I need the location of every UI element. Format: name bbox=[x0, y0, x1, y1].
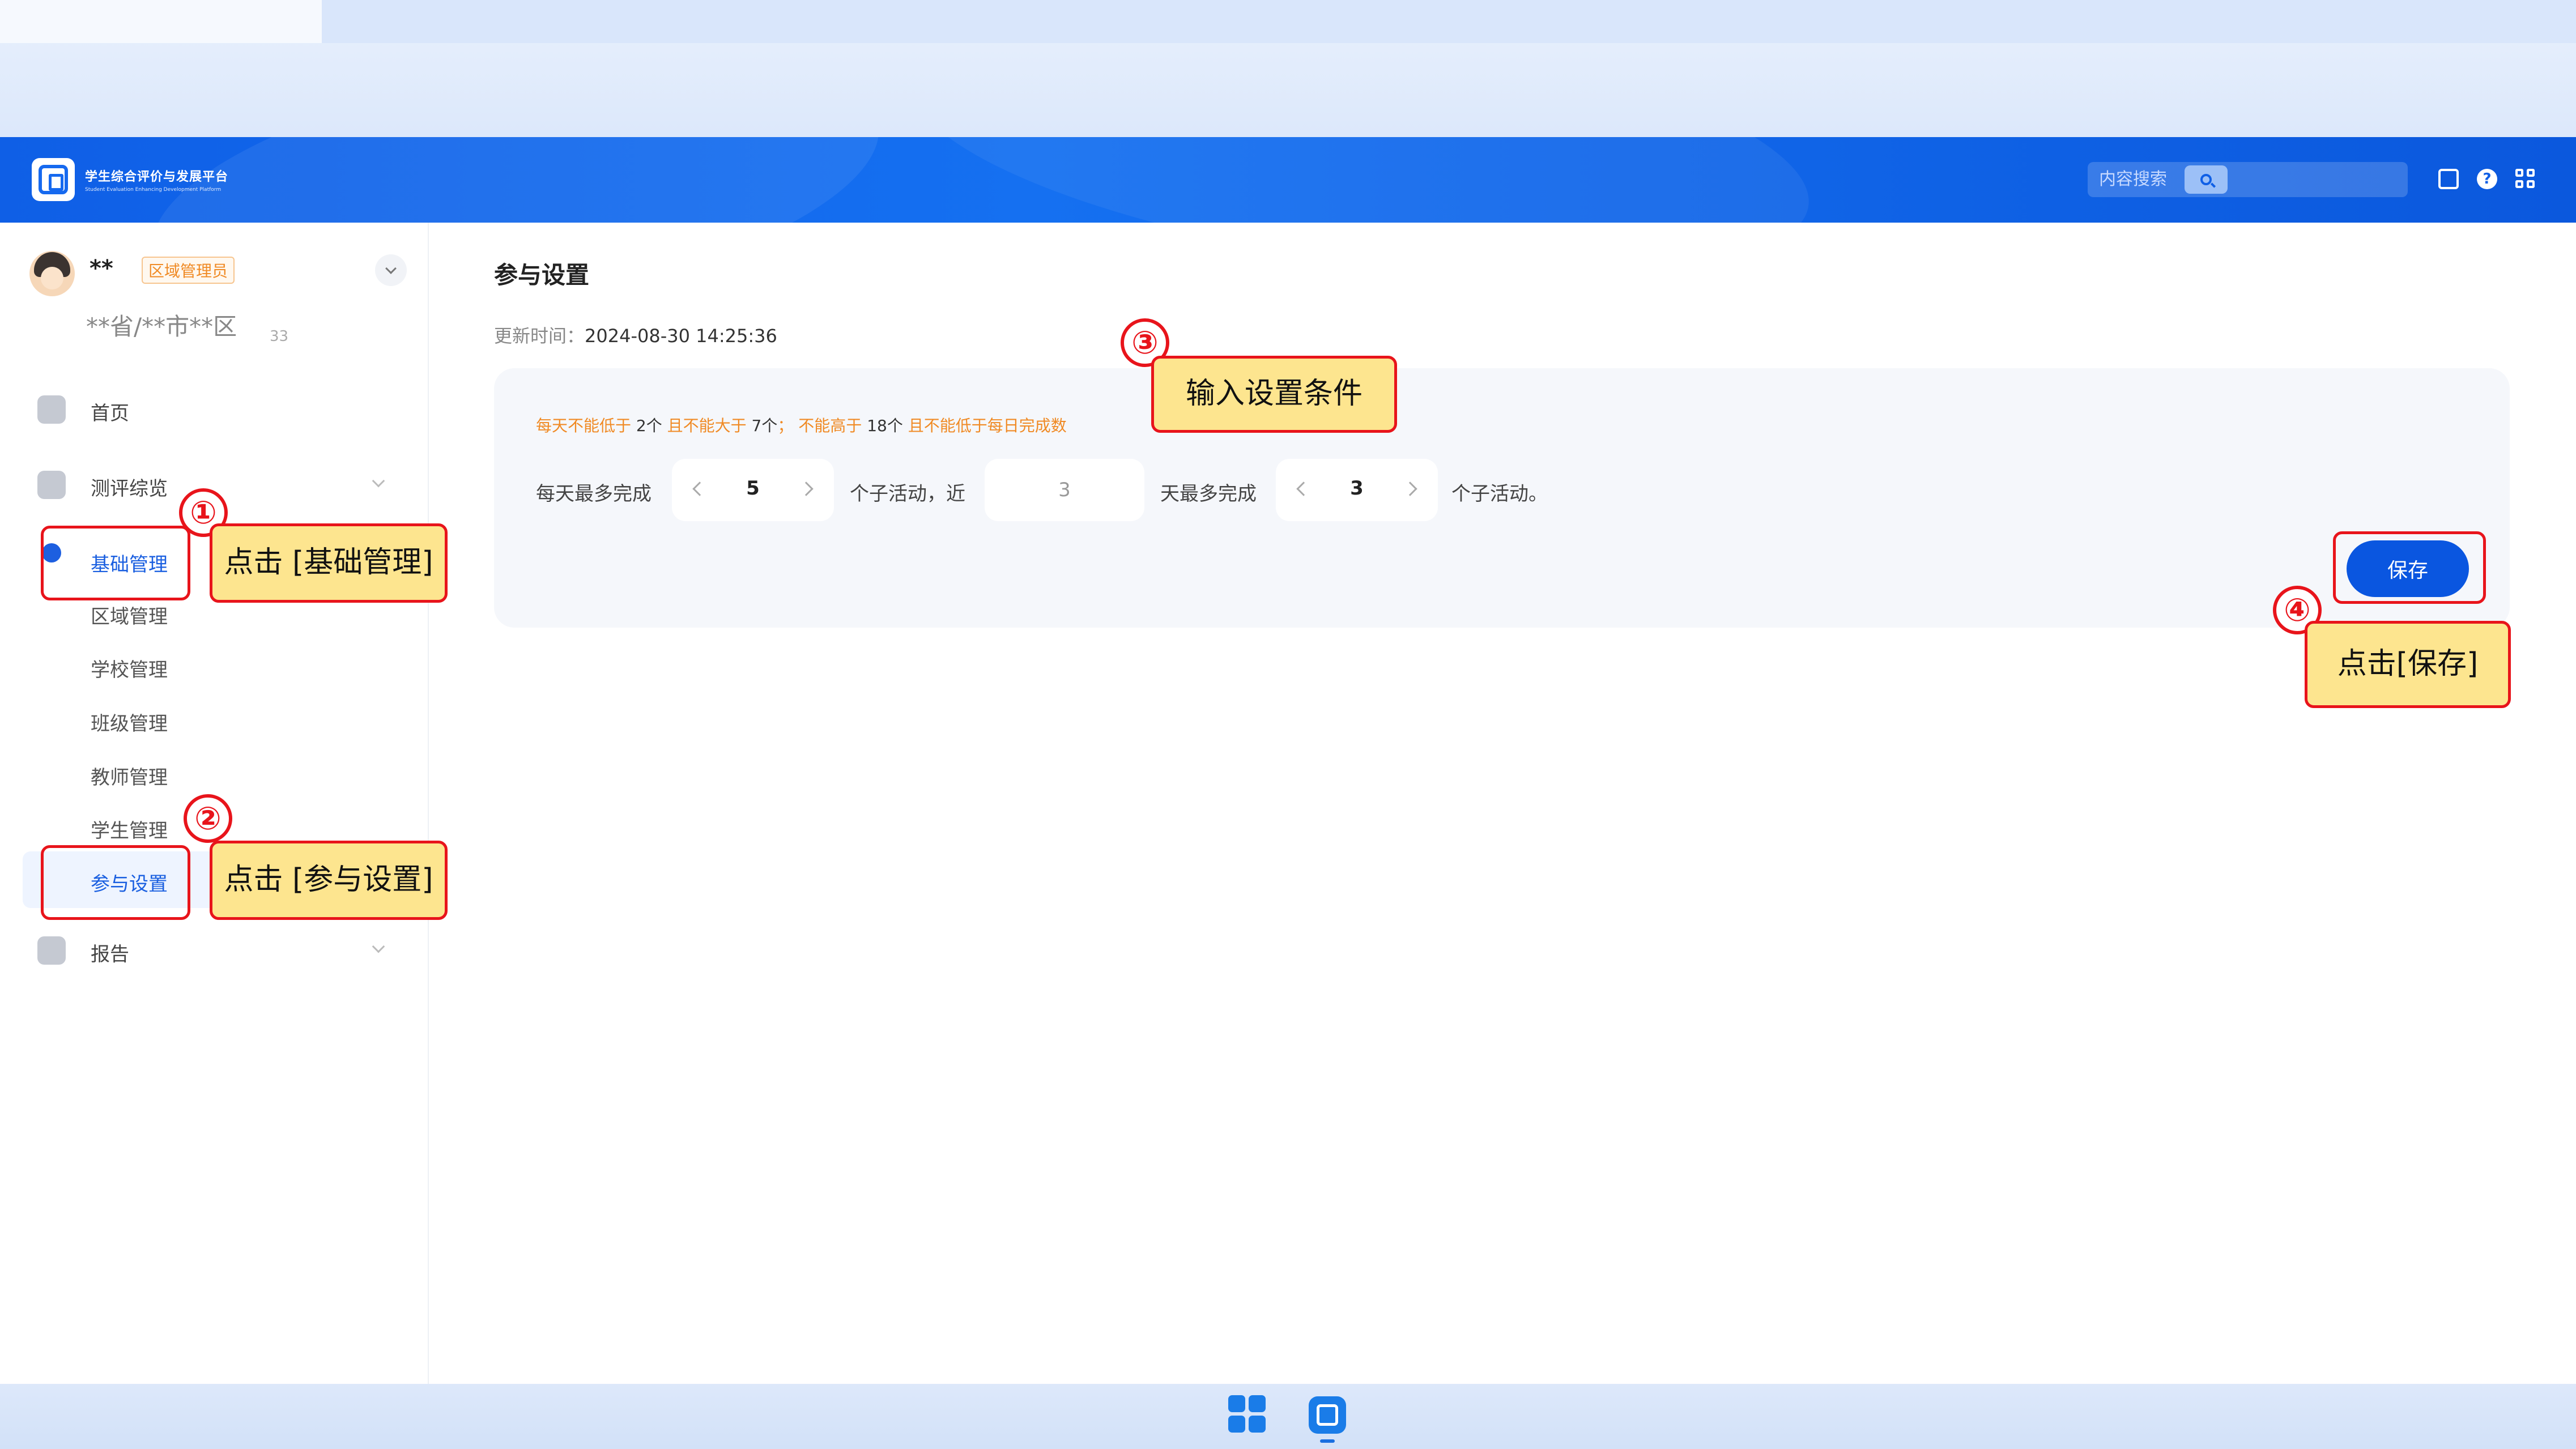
update-time-value: 2024-08-30 14:25:36 bbox=[585, 325, 777, 347]
sidebar-subitem-region[interactable]: 区域管理 bbox=[91, 601, 168, 629]
taskbar bbox=[0, 1384, 2576, 1449]
recent-days-input[interactable]: 3 bbox=[985, 459, 1144, 521]
brand-title: 学生综合评价与发展平台 Student Evaluation Enhancing… bbox=[85, 167, 228, 193]
update-time-label: 更新时间： bbox=[494, 325, 585, 347]
search-box bbox=[2088, 162, 2408, 197]
sidebar-subitem-school[interactable]: 学校管理 bbox=[91, 654, 168, 682]
sidebar-item-home[interactable]: 首页 bbox=[0, 384, 429, 435]
daily-max-label: 每天最多完成 bbox=[536, 483, 652, 505]
browser-tab-strip bbox=[322, 0, 2576, 43]
chevron-down-icon bbox=[372, 940, 385, 953]
annotation-callout-1: 点击 [基础管理] bbox=[210, 523, 448, 603]
brand-title-cn: 学生综合评价与发展平台 bbox=[85, 170, 229, 184]
rule-text: 且不能大于 bbox=[662, 416, 752, 435]
annotation-number-2: ② bbox=[184, 794, 232, 843]
sidebar-subitem-teacher[interactable]: 教师管理 bbox=[91, 762, 168, 790]
active-app-indicator bbox=[1320, 1439, 1335, 1443]
period-max-label: 天最多完成 bbox=[1160, 483, 1257, 505]
activities-recent-label: 个子活动，近 bbox=[850, 483, 965, 505]
search-button[interactable] bbox=[2185, 165, 2228, 194]
user-dropdown-button[interactable] bbox=[375, 254, 407, 286]
update-time: 更新时间：2024-08-30 14:25:36 bbox=[494, 322, 777, 348]
sidebar-item-label: 首页 bbox=[91, 402, 129, 425]
rule-number: 7个 bbox=[751, 416, 778, 435]
platform-app-icon[interactable] bbox=[1309, 1396, 1346, 1434]
period-max-stepper[interactable]: 3 bbox=[1276, 459, 1438, 521]
activities-end-label: 个子活动。 bbox=[1451, 483, 1548, 505]
header-wave-decoration bbox=[132, 137, 899, 223]
user-region: **省/**市**区 bbox=[86, 313, 237, 340]
daily-max-stepper[interactable]: 5 bbox=[672, 459, 834, 521]
brand-title-en: Student Evaluation Enhancing Development… bbox=[85, 187, 222, 193]
chevron-down-icon bbox=[385, 263, 397, 274]
page-title: 参与设置 bbox=[494, 261, 590, 289]
header-wave-decoration-2 bbox=[894, 137, 1825, 223]
browser-tab-area bbox=[0, 0, 322, 43]
chevron-down-icon bbox=[372, 474, 385, 488]
user-name: ** bbox=[90, 255, 113, 282]
rule-text: 且不能低于每日完成数 bbox=[902, 416, 1067, 435]
qr-code-icon[interactable] bbox=[2515, 169, 2536, 189]
home-icon bbox=[37, 395, 66, 424]
desktop-top-band bbox=[0, 0, 2576, 137]
avatar bbox=[29, 251, 75, 296]
annotation-callout-2: 点击 [参与设置] bbox=[210, 841, 448, 920]
sidebar-item-label: 测评综览 bbox=[91, 478, 168, 500]
start-menu-icon[interactable] bbox=[1228, 1395, 1267, 1434]
chart-icon bbox=[37, 471, 66, 499]
edit-icon[interactable] bbox=[2438, 169, 2459, 189]
annotation-highlight-participation-settings bbox=[41, 845, 190, 920]
rule-number: 2个 bbox=[636, 416, 662, 435]
role-badge: 区域管理员 bbox=[142, 257, 235, 284]
sidebar-item-report[interactable]: 报告 bbox=[0, 925, 429, 976]
sidebar-subitem-student[interactable]: 学生管理 bbox=[91, 815, 168, 843]
rule-hint: 每天不能低于 2个 且不能大于 7个； 不能高于 18个 且不能低于每日完成数 bbox=[536, 414, 1067, 436]
platform-logo-icon[interactable] bbox=[32, 158, 75, 201]
annotation-callout-4: 点击[保存] bbox=[2305, 621, 2511, 708]
sidebar-item-label: 报告 bbox=[91, 943, 129, 966]
annotation-callout-3: 输入设置条件 bbox=[1151, 356, 1397, 433]
annotation-highlight-basic-management bbox=[41, 526, 190, 600]
help-icon[interactable]: ? bbox=[2477, 169, 2497, 189]
clipboard-icon bbox=[37, 936, 66, 965]
search-icon bbox=[2200, 174, 2212, 185]
rule-number: 18个 bbox=[867, 416, 903, 435]
sidebar-subitem-class[interactable]: 班级管理 bbox=[91, 708, 168, 736]
rule-text: ； 不能高于 bbox=[777, 416, 867, 435]
rule-text: 每天不能低于 bbox=[536, 416, 636, 435]
annotation-highlight-save bbox=[2333, 531, 2486, 604]
version-number: 33 bbox=[270, 328, 289, 345]
